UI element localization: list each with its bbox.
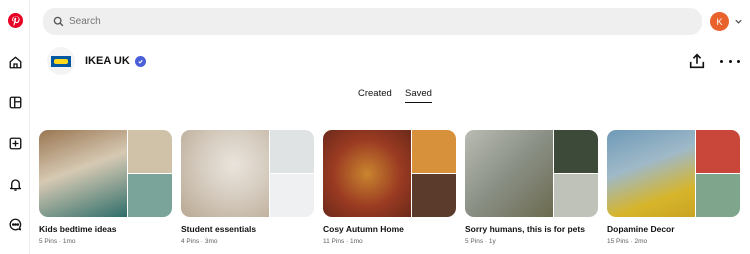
profile-logo: [47, 47, 75, 75]
board-meta: 11 Pins · 1mo: [323, 238, 363, 245]
board-meta: 15 Pins · 2mo: [607, 238, 648, 245]
messages-icon[interactable]: [5, 214, 25, 234]
avatar[interactable]: K: [710, 12, 729, 31]
cover-image-bottom: [554, 174, 598, 217]
cover-image-bottom: [128, 174, 172, 217]
board-title: Cosy Autumn Home: [323, 224, 404, 234]
more-options-icon[interactable]: [720, 55, 740, 67]
cover-image-main: [181, 130, 269, 217]
cover-image-main: [465, 130, 553, 217]
cover-image-bottom: [696, 174, 740, 217]
board-title: Kids bedtime ideas: [39, 224, 117, 234]
cover-image-top: [412, 130, 456, 173]
board-cover: [323, 130, 456, 217]
cover-image-bottom: [412, 174, 456, 217]
board-card[interactable]: Student essentials 4 Pins · 3mo: [181, 130, 314, 245]
board-cover: [39, 130, 172, 217]
board-cover: [181, 130, 314, 217]
tab-saved[interactable]: Saved: [405, 88, 432, 103]
board-card[interactable]: Cosy Autumn Home 11 Pins · 1mo: [323, 130, 456, 245]
board-title: Dopamine Decor: [607, 224, 675, 234]
home-icon[interactable]: [5, 52, 25, 72]
search-icon: [53, 16, 64, 27]
search-input[interactable]: [69, 16, 669, 27]
board-meta: 5 Pins · 1y: [465, 238, 496, 245]
profile-name: IKEA UK: [85, 55, 130, 67]
notifications-icon[interactable]: [5, 174, 25, 194]
tab-created[interactable]: Created: [358, 88, 392, 99]
board-cover: [607, 130, 740, 217]
cover-image-main: [323, 130, 411, 217]
explore-icon[interactable]: [5, 92, 25, 112]
verified-badge-icon: [135, 56, 146, 67]
cover-image-main: [39, 130, 127, 217]
cover-image-top: [554, 130, 598, 173]
create-icon[interactable]: [5, 133, 25, 153]
pinterest-logo-icon[interactable]: [5, 10, 25, 30]
search-bar[interactable]: [43, 8, 702, 35]
left-sidebar: [0, 0, 30, 254]
board-card[interactable]: Dopamine Decor 15 Pins · 2mo: [607, 130, 740, 245]
cover-image-top: [128, 130, 172, 173]
chevron-down-icon[interactable]: [734, 17, 743, 26]
cover-image-main: [607, 130, 695, 217]
cover-image-top: [696, 130, 740, 173]
board-meta: 4 Pins · 3mo: [181, 238, 218, 245]
board-title: Student essentials: [181, 224, 257, 234]
board-card[interactable]: Kids bedtime ideas 5 Pins · 1mo: [39, 130, 172, 245]
board-cover: [465, 130, 598, 217]
board-title: Sorry humans, this is for pets: [465, 224, 585, 234]
cover-image-top: [270, 130, 314, 173]
share-icon[interactable]: [688, 52, 706, 70]
board-meta: 5 Pins · 1mo: [39, 238, 76, 245]
cover-image-bottom: [270, 174, 314, 217]
board-card[interactable]: Sorry humans, this is for pets 5 Pins · …: [465, 130, 598, 245]
